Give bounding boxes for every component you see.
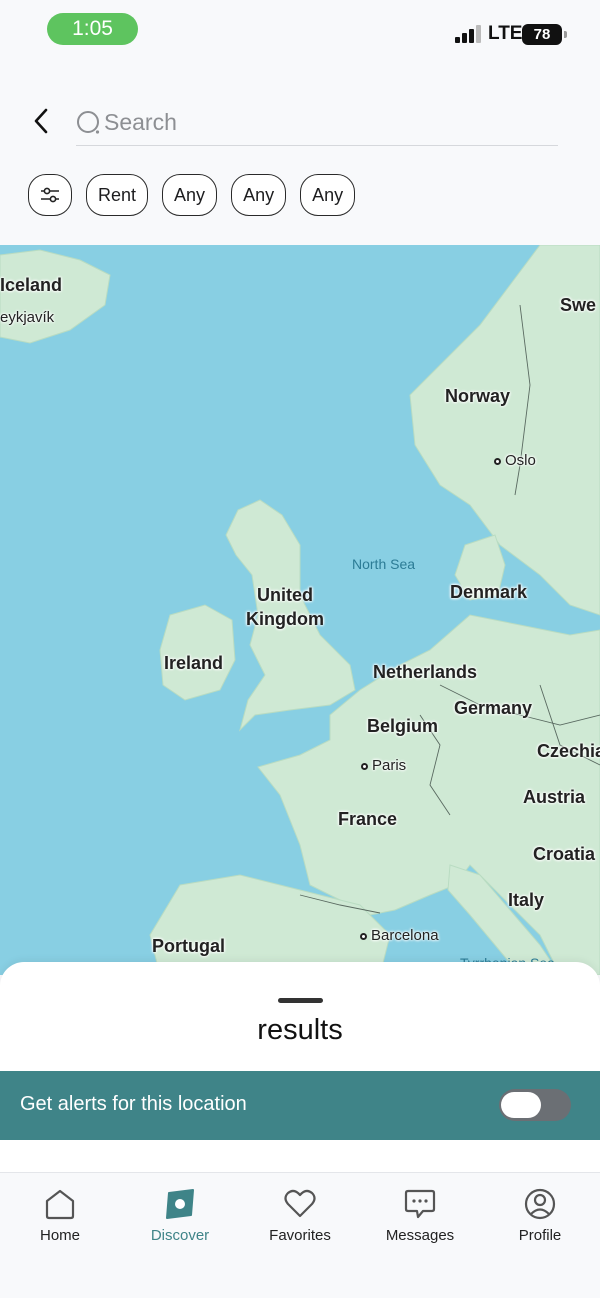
- map-label-portugal: Portugal: [152, 936, 226, 956]
- tab-home[interactable]: Home: [0, 1187, 120, 1251]
- tab-profile[interactable]: Profile: [480, 1187, 600, 1251]
- tab-discover[interactable]: Discover: [120, 1187, 240, 1251]
- map-label-oslo: Oslo: [494, 452, 536, 469]
- map-label-norway: Norway: [445, 386, 511, 406]
- tab-label: Messages: [385, 1227, 455, 1244]
- tab-label: Favorites: [269, 1227, 331, 1244]
- city-marker-icon: [360, 932, 367, 940]
- map-label-united: United: [257, 585, 313, 605]
- map-label-croatia: Croatia: [533, 844, 596, 864]
- message-icon: [404, 1189, 436, 1219]
- results-title: results: [257, 1014, 343, 1046]
- home-icon: [45, 1189, 75, 1220]
- map-label-kingdom: Kingdom: [246, 609, 324, 629]
- map-label-ireland: Ireland: [164, 653, 224, 673]
- map-label-north-sea: North Sea: [352, 556, 416, 572]
- map-label-sweden: Swe: [560, 295, 597, 315]
- location-alert-bar: Get alerts for this location: [0, 1071, 600, 1140]
- tab-label: Discover: [150, 1227, 210, 1244]
- search-bar[interactable]: [76, 100, 558, 146]
- discover-icon: [166, 1189, 194, 1219]
- filter-chips: Rent Any Any Any: [28, 174, 356, 216]
- tab-label: Home: [39, 1227, 80, 1244]
- city-marker-icon: [494, 457, 501, 465]
- search-icon: [77, 111, 100, 134]
- chip-bathrooms[interactable]: Any: [300, 174, 356, 216]
- map-view[interactable]: Iceland eykjavík Swe Norway Oslo North S…: [0, 245, 600, 975]
- search-input[interactable]: [104, 104, 544, 140]
- battery-icon: 78: [522, 24, 567, 45]
- map-label-denmark: Denmark: [450, 582, 528, 602]
- map-label-czechia: Czechia: [537, 741, 600, 761]
- alert-label: Get alerts for this location: [20, 1093, 247, 1115]
- map-label-iceland: Iceland: [0, 275, 63, 295]
- chip-price[interactable]: Any: [162, 174, 218, 216]
- cellular-signal-icon: [455, 25, 481, 43]
- map-label-barcelona: Barcelona: [360, 927, 439, 944]
- bottom-tab-bar: Home Discover Favorites Messages Profile: [0, 1172, 600, 1298]
- back-button[interactable]: [24, 102, 58, 140]
- map-label-italy: Italy: [508, 890, 545, 910]
- chip-listing-type[interactable]: Rent: [86, 174, 149, 216]
- chevron-left-icon: [34, 108, 48, 134]
- results-sheet: results Get alerts for this location: [0, 962, 600, 1172]
- heart-icon: [284, 1189, 316, 1218]
- map-label-belgium: Belgium: [367, 716, 439, 736]
- status-time: 1:05: [47, 13, 138, 45]
- alert-toggle[interactable]: [499, 1089, 571, 1121]
- tab-favorites[interactable]: Favorites: [240, 1187, 360, 1251]
- map-label-paris: Paris: [361, 757, 406, 774]
- chip-bedrooms[interactable]: Any: [231, 174, 287, 216]
- profile-icon: [524, 1188, 556, 1220]
- status-bar: 1:05 LTE 78: [0, 0, 600, 62]
- tab-label: Profile: [518, 1227, 562, 1244]
- map-label-reykjavik: eykjavík: [0, 309, 55, 326]
- network-type: LTE: [488, 23, 523, 44]
- map-label-netherlands: Netherlands: [373, 662, 478, 682]
- city-marker-icon: [361, 762, 368, 770]
- tab-messages[interactable]: Messages: [360, 1187, 480, 1251]
- sheet-drag-handle[interactable]: [278, 998, 323, 1003]
- map-label-austria: Austria: [523, 787, 586, 807]
- map-label-germany: Germany: [454, 698, 533, 718]
- toggle-knob: [501, 1092, 541, 1118]
- map-label-france: France: [338, 809, 398, 829]
- filters-button[interactable]: [28, 174, 72, 216]
- sliders-icon: [41, 187, 59, 203]
